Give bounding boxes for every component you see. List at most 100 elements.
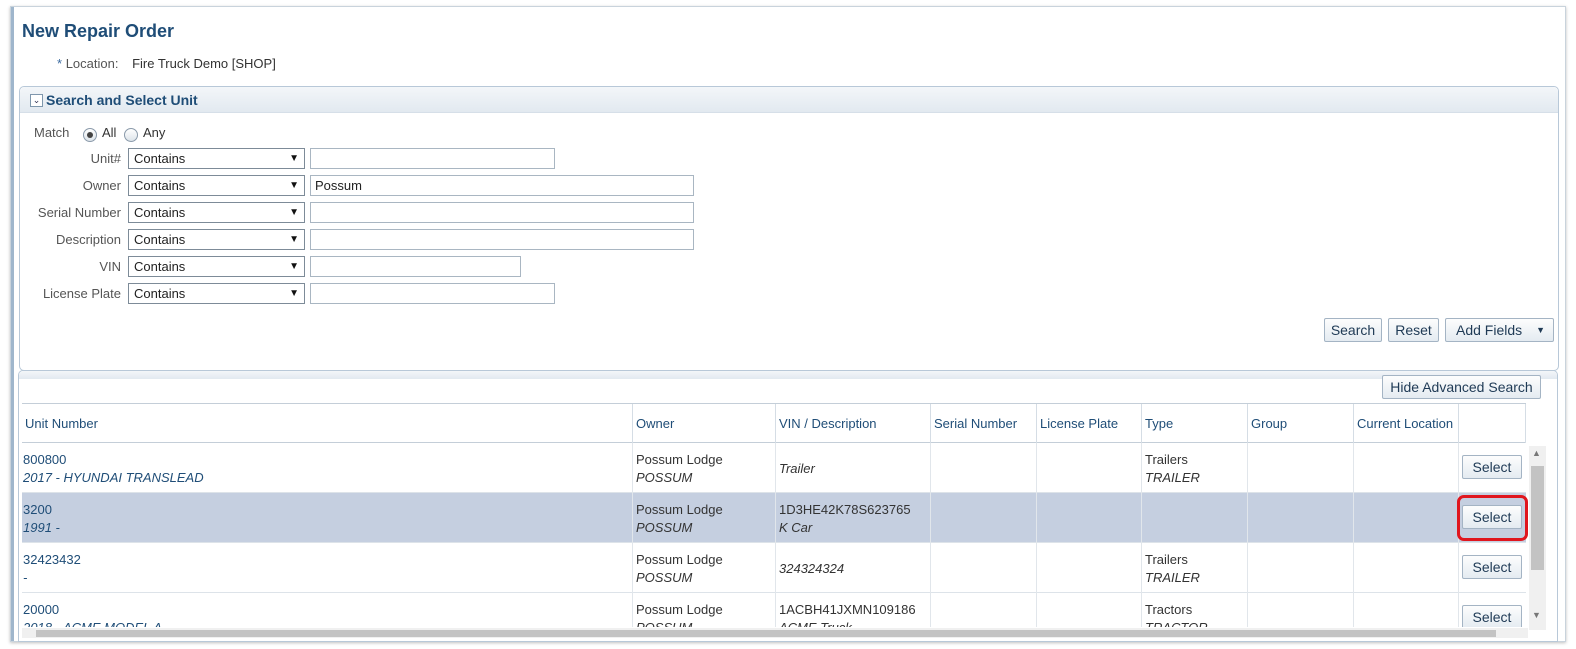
unit-cell: 800800 2017 - HYUNDAI TRANSLEAD [22,443,633,493]
reset-button[interactable]: Reset [1388,318,1439,342]
vehicle-description: Trailer [779,461,815,476]
group-cell [1248,443,1354,493]
license-plate-input[interactable] [310,283,555,304]
left-rule [11,7,14,641]
type-cell: Trailers TRAILER [1142,543,1248,593]
owner-label: Owner [82,178,121,193]
unit-number-link[interactable]: 800800 [23,451,629,469]
column-header-group[interactable]: Group [1248,404,1354,443]
table-row[interactable]: 32423432- Possum Lodge POSSUM 324324324 T… [22,543,1526,593]
owner-code: POSSUM [636,570,693,585]
match-all-label: All [102,125,117,140]
hide-advanced-search-button[interactable]: Hide Advanced Search [1382,375,1541,399]
required-marker: * [57,56,63,71]
unit-description: - [23,570,28,585]
add-fields-label: Add Fields [1456,322,1523,338]
table-header: Unit Number Owner VIN / Description Seri… [22,403,1526,443]
unit-description: 2018 - ACME MODEL A [23,619,629,627]
owner-code: POSSUM [636,619,772,627]
operator-value: Contains [134,205,186,220]
unit-number-link[interactable]: 3200 [23,501,629,519]
type-cell: Trailers TRAILER [1142,443,1248,493]
vin-input[interactable] [310,256,521,277]
vertical-scrollbar[interactable]: ▲ ▼ [1529,446,1546,630]
select-button[interactable]: Select [1462,455,1522,479]
table-row[interactable]: 3200 1991 - Possum Lodge POSSUM 1D3HE42K78… [22,493,1528,543]
table-row[interactable]: 200002018 - ACME MODEL A Possum Lodge POS… [22,593,1526,627]
search-button[interactable]: Search [1324,318,1382,342]
scroll-up-icon[interactable]: ▲ [1532,448,1541,458]
search-panel-title: Search and Select Unit [46,92,198,108]
operator-value: Contains [134,286,186,301]
operator-value: Contains [134,232,186,247]
column-header-type[interactable]: Type [1142,404,1248,443]
vin-description-cell: 1ACBH41JXMN109186 ACME Truck [776,593,931,627]
column-header-unit-number[interactable]: Unit Number [22,404,633,443]
description-label: Description [55,232,121,247]
description-input[interactable] [310,229,694,250]
add-fields-button[interactable]: Add Fields ▼ [1445,318,1554,342]
column-header-current-location[interactable]: Current Location [1354,404,1459,443]
vin-description-cell: Trailer [776,443,931,493]
horizontal-scrollbar[interactable] [22,628,1528,638]
serial-number-cell [931,593,1037,627]
table-row[interactable]: 800800 2017 - HYUNDAI TRANSLEAD Possum Lo… [22,443,1526,493]
serial-number-operator-select[interactable]: Contains ▼ [128,202,305,223]
column-header-serial-number[interactable]: Serial Number [931,404,1037,443]
location-value: Fire Truck Demo [SHOP] [132,56,276,71]
unit-number-link[interactable]: 20000 [23,601,629,619]
license-plate-label: License Plate [42,286,121,301]
owner-input[interactable]: Possum [310,175,694,196]
match-any-radio[interactable] [124,128,138,142]
horizontal-scroll-thumb[interactable] [36,630,1496,637]
type-name: Tractors [1145,602,1193,617]
unit-cell: 3200 1991 - [22,493,633,543]
vin-value: 1ACBH41JXMN109186 [779,602,916,617]
current-location-cell [1354,593,1459,627]
dropdown-arrow-icon: ▼ [289,153,299,164]
vin-label: VIN [99,259,121,274]
vin-description-cell: 324324324 [776,543,931,593]
current-location-cell [1354,493,1459,543]
select-button[interactable]: Select [1462,555,1522,579]
type-name: Trailers [1145,452,1188,467]
type-cell [1142,493,1248,543]
match-all-radio[interactable] [83,128,97,142]
owner-name: Possum Lodge [636,602,723,617]
column-header-owner[interactable]: Owner [633,404,776,443]
group-cell [1248,543,1354,593]
vin-operator-select[interactable]: Contains ▼ [128,256,305,277]
owner-cell: Possum Lodge POSSUM [633,493,776,543]
column-header-vin-description[interactable]: VIN / Description [776,404,931,443]
group-cell [1248,493,1354,543]
scroll-down-icon[interactable]: ▼ [1532,610,1541,620]
description-operator-select[interactable]: Contains ▼ [128,229,305,250]
serial-number-cell [931,493,1037,543]
callout-highlight [1457,495,1528,541]
vertical-scroll-thumb[interactable] [1531,466,1544,570]
owner-name: Possum Lodge [636,552,723,567]
owner-code: POSSUM [636,470,693,485]
column-header-license-plate[interactable]: License Plate [1037,404,1142,443]
unit-number-operator-select[interactable]: Contains ▼ [128,148,305,169]
unit-number-link[interactable]: 32423432 [23,551,629,569]
unit-number-input[interactable] [310,148,555,169]
current-location-cell [1354,443,1459,493]
license-plate-cell [1037,593,1142,627]
type-cell: Tractors TRACTOR [1142,593,1248,627]
collapse-chevron-icon[interactable]: ⌄ [30,94,43,107]
license-plate-operator-select[interactable]: Contains ▼ [128,283,305,304]
unit-cell: 32423432- [22,543,633,593]
dropdown-arrow-icon: ▼ [1536,325,1545,335]
serial-number-input[interactable] [310,202,694,223]
dropdown-arrow-icon: ▼ [289,288,299,299]
owner-cell: Possum Lodge POSSUM [633,593,776,627]
location-label: Location: [65,56,119,71]
results-panel-header [19,371,1557,379]
operator-value: Contains [134,151,186,166]
owner-operator-select[interactable]: Contains ▼ [128,175,305,196]
select-button[interactable]: Select [1462,605,1522,627]
page-title: New Repair Order [22,21,175,41]
search-panel-header[interactable]: ⌄ Search and Select Unit [20,87,1558,113]
dropdown-arrow-icon: ▼ [289,234,299,245]
